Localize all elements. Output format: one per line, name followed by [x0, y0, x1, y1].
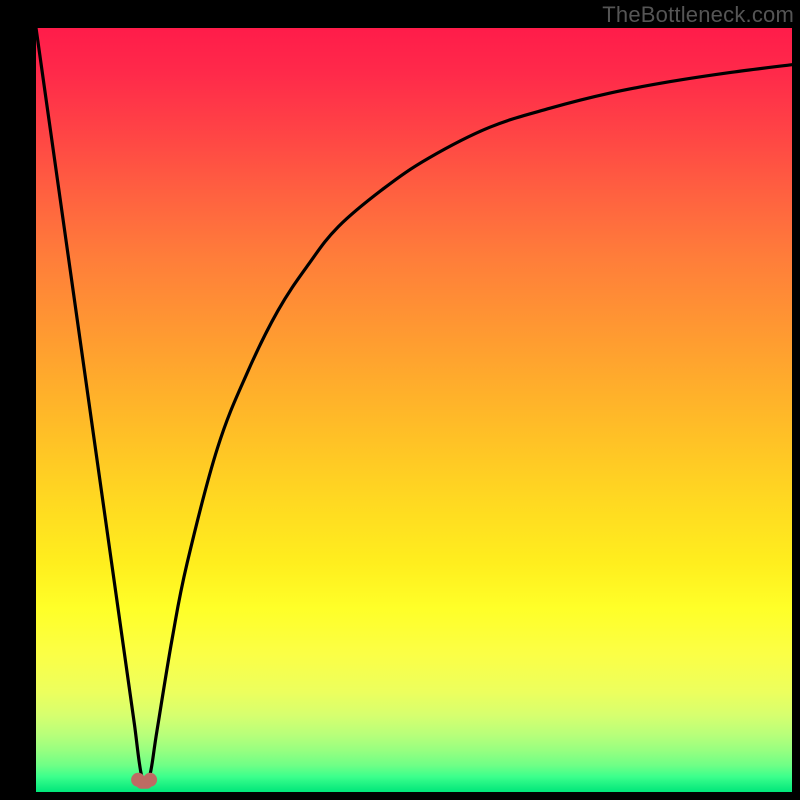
bottleneck-curve — [36, 28, 792, 783]
chart-frame: TheBottleneck.com — [0, 0, 800, 800]
plot-area — [36, 28, 792, 792]
watermark-text: TheBottleneck.com — [602, 2, 794, 28]
minimum-marker — [131, 773, 157, 789]
curve-layer — [36, 28, 792, 792]
